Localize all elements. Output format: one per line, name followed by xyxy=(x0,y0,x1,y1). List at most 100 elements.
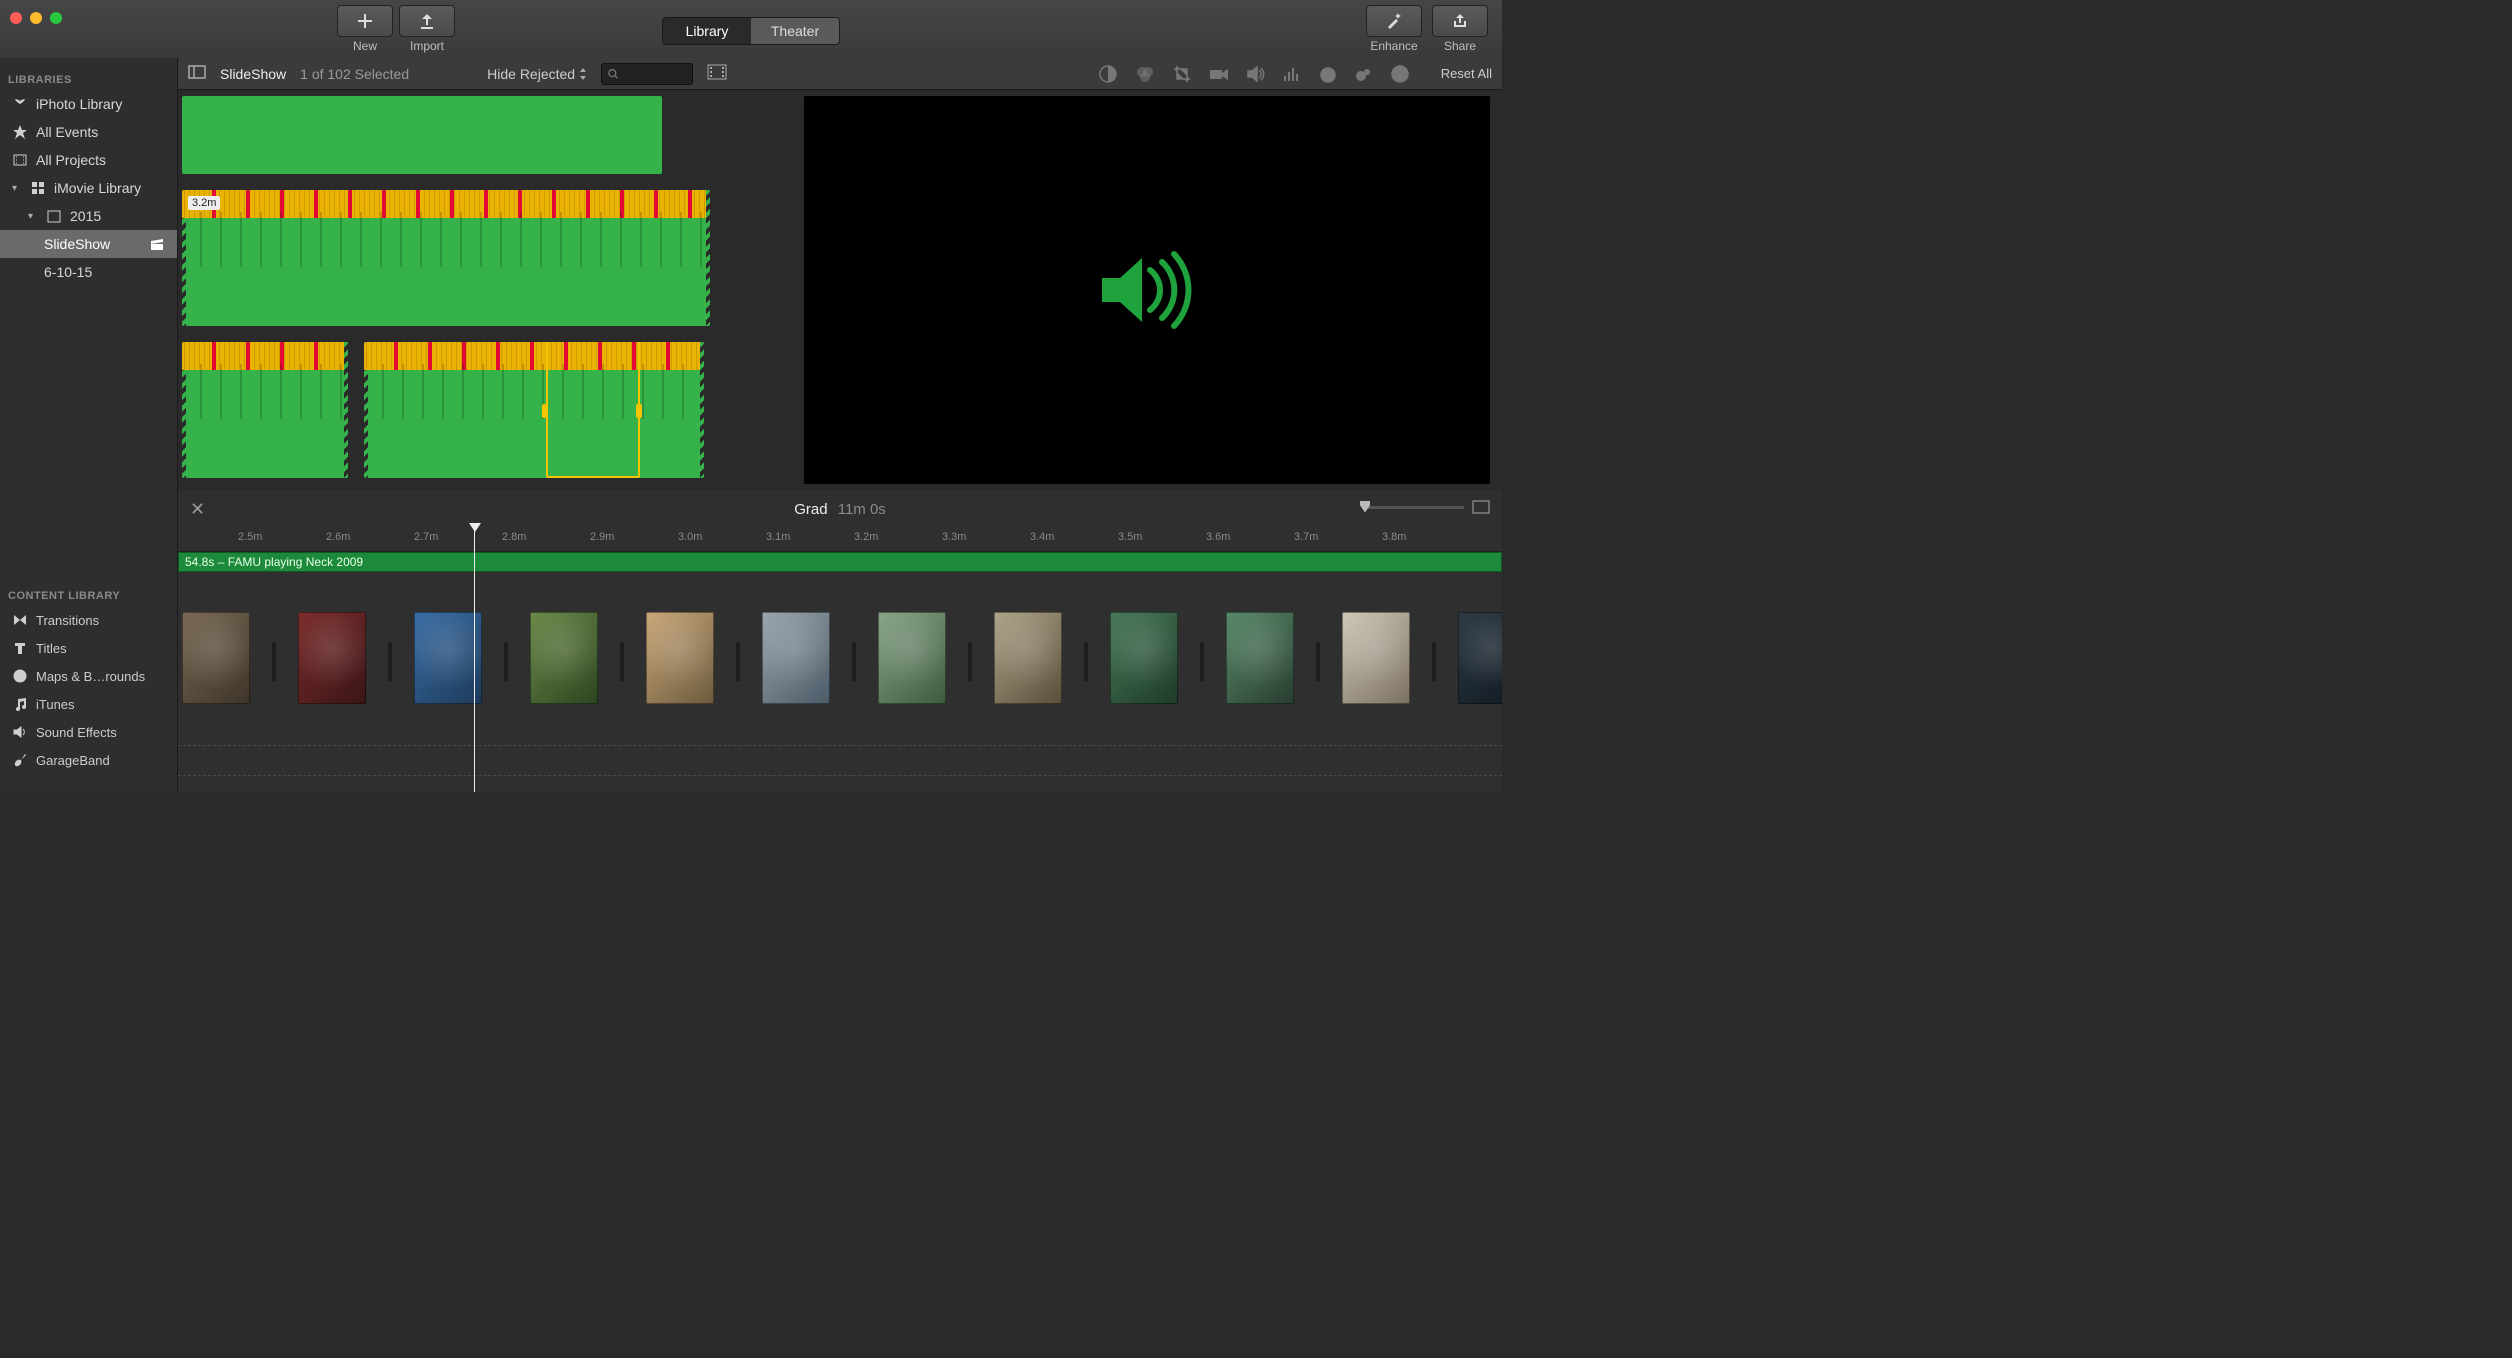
view-segmented-control: Library Theater xyxy=(662,17,840,45)
sidebar-label: All Events xyxy=(36,124,98,140)
timeline-clip[interactable] xyxy=(1226,612,1294,704)
reset-all-button[interactable]: Reset All xyxy=(1441,66,1492,81)
transition-gap[interactable] xyxy=(852,642,856,682)
content-label: Titles xyxy=(36,641,67,656)
content-item-titles[interactable]: Titles xyxy=(0,634,177,662)
content-item-itunes[interactable]: iTunes xyxy=(0,690,177,718)
filter-dropdown[interactable]: Hide Rejected xyxy=(487,66,587,82)
timeline-clip[interactable] xyxy=(182,612,250,704)
transition-gap[interactable] xyxy=(272,642,276,682)
timeline-clip[interactable] xyxy=(1458,612,1502,704)
ruler-tick: 2.7m xyxy=(414,531,438,543)
maximize-window-button[interactable] xyxy=(50,12,62,24)
search-field[interactable] xyxy=(601,63,693,85)
ruler-tick: 2.8m xyxy=(502,531,526,543)
effects-icon[interactable] xyxy=(1355,66,1373,82)
content-item-garageband[interactable]: GarageBand xyxy=(0,746,177,774)
audio-clip[interactable] xyxy=(182,342,348,478)
timeline-clip[interactable] xyxy=(530,612,598,704)
share-button-label: Share xyxy=(1444,39,1476,53)
audio-clip-label: 54.8s – FAMU playing Neck 2009 xyxy=(185,555,363,569)
libraries-header: LIBRARIES xyxy=(0,70,177,90)
sidebar-item-allevents[interactable]: All Events xyxy=(0,118,177,146)
new-button[interactable]: New xyxy=(337,5,393,53)
volume-icon[interactable] xyxy=(1247,66,1265,82)
ruler-tick: 3.8m xyxy=(1382,531,1406,543)
timeline-clip[interactable] xyxy=(298,612,366,704)
content-library-header: CONTENT LIBRARY xyxy=(0,586,177,606)
transition-gap[interactable] xyxy=(504,642,508,682)
window-controls xyxy=(10,12,62,24)
sidebar-item-iphoto[interactable]: iPhoto Library xyxy=(0,90,177,118)
transition-gap[interactable] xyxy=(620,642,624,682)
filmstrip-icon[interactable] xyxy=(707,64,727,83)
transition-gap[interactable] xyxy=(1084,642,1088,682)
zoom-slider[interactable] xyxy=(1364,500,1490,514)
content-item-transitions[interactable]: Transitions xyxy=(0,606,177,634)
content-label: GarageBand xyxy=(36,753,110,768)
timeline-clip[interactable] xyxy=(1110,612,1178,704)
audio-track-clip[interactable]: 54.8s – FAMU playing Neck 2009 xyxy=(178,552,1502,572)
video-track[interactable] xyxy=(178,612,1502,712)
timeline-clip[interactable] xyxy=(646,612,714,704)
sidebar-item-slideshow[interactable]: SlideShow xyxy=(0,230,177,258)
content-item-soundeffects[interactable]: Sound Effects xyxy=(0,718,177,746)
transition-gap[interactable] xyxy=(1200,642,1204,682)
crop-icon[interactable] xyxy=(1173,65,1191,83)
event-title: SlideShow xyxy=(220,66,286,82)
timeline-ruler[interactable]: 2.5m2.6m2.7m2.8m2.9m3.0m3.1m3.2m3.3m3.4m… xyxy=(178,528,1502,552)
timeline-area[interactable]: ✕ Grad 11m 0s 2.5m2.6m2.7m2.8m2.9m3.0m3.… xyxy=(178,490,1502,792)
close-timeline-button[interactable]: ✕ xyxy=(190,499,205,520)
ruler-tick: 2.5m xyxy=(238,531,262,543)
sidebar-item-imovie-library[interactable]: ▾ iMovie Library xyxy=(0,174,177,202)
audio-clip[interactable] xyxy=(182,96,662,174)
transition-gap[interactable] xyxy=(736,642,740,682)
sidebar-label: iMovie Library xyxy=(54,180,141,196)
timeline-clip[interactable] xyxy=(994,612,1062,704)
timeline-clip[interactable] xyxy=(1342,612,1410,704)
content-item-maps[interactable]: Maps & B…rounds xyxy=(0,662,177,690)
selection-count: 1 of 102 Selected xyxy=(300,66,409,82)
sidebar-item-2015[interactable]: ▾ 2015 xyxy=(0,202,177,230)
ruler-tick: 3.7m xyxy=(1294,531,1318,543)
minimize-window-button[interactable] xyxy=(30,12,42,24)
ruler-tick: 3.0m xyxy=(678,531,702,543)
library-tab[interactable]: Library xyxy=(663,18,751,44)
color-correction-icon[interactable] xyxy=(1135,66,1155,82)
event-browser[interactable]: 3.2m xyxy=(182,96,792,484)
theater-tab[interactable]: Theater xyxy=(751,18,839,44)
timeline-clip[interactable] xyxy=(414,612,482,704)
toggle-sidebar-icon[interactable] xyxy=(188,65,206,82)
sidebar-item-6-10-15[interactable]: 6-10-15 xyxy=(0,258,177,286)
equalizer-icon[interactable] xyxy=(1283,66,1301,82)
transition-gap[interactable] xyxy=(968,642,972,682)
top-toolbar: New Import Library Theater Enhance Share xyxy=(0,0,1502,58)
color-balance-icon[interactable] xyxy=(1099,65,1117,83)
preview-viewer[interactable] xyxy=(804,96,1490,484)
info-icon[interactable] xyxy=(1391,65,1409,83)
transitions-icon xyxy=(12,612,28,628)
speed-icon[interactable] xyxy=(1319,65,1337,83)
adjust-toolbar xyxy=(1099,65,1409,83)
clapper-icon xyxy=(149,236,165,252)
transition-gap[interactable] xyxy=(388,642,392,682)
search-input[interactable] xyxy=(618,67,686,81)
timeline-clip[interactable] xyxy=(878,612,946,704)
share-button[interactable]: Share xyxy=(1432,5,1488,53)
clip-appearance-icon[interactable] xyxy=(1472,500,1490,514)
sidebar-item-allprojects[interactable]: All Projects xyxy=(0,146,177,174)
import-button[interactable]: Import xyxy=(399,5,455,53)
filter-label: Hide Rejected xyxy=(487,66,575,82)
palm-icon xyxy=(12,96,28,112)
playhead[interactable] xyxy=(474,523,475,792)
transition-gap[interactable] xyxy=(1432,642,1436,682)
audio-clip[interactable]: 3.2m xyxy=(182,190,710,326)
globe-icon xyxy=(12,668,28,684)
grid-icon xyxy=(30,180,46,196)
stabilize-icon[interactable] xyxy=(1209,67,1229,81)
enhance-button[interactable]: Enhance xyxy=(1366,5,1422,53)
audio-clip-selected[interactable] xyxy=(364,342,704,478)
timeline-clip[interactable] xyxy=(762,612,830,704)
close-window-button[interactable] xyxy=(10,12,22,24)
transition-gap[interactable] xyxy=(1316,642,1320,682)
